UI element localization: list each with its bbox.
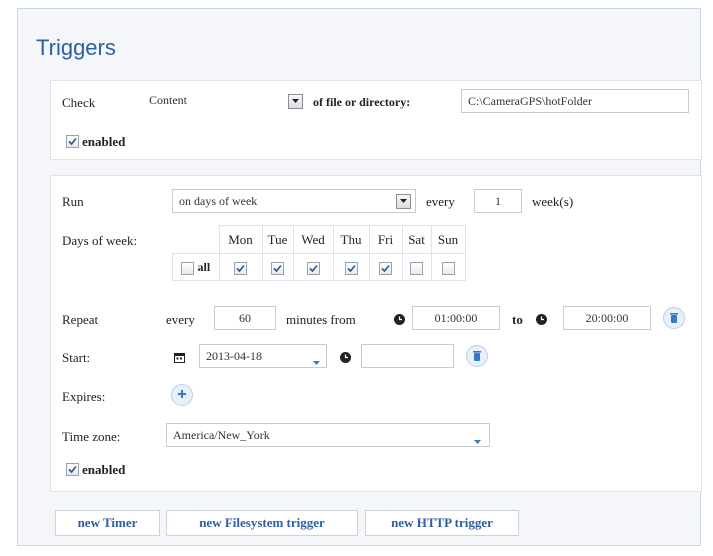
day-checkbox-tue[interactable]	[271, 261, 284, 275]
run-dropdown-button[interactable]	[396, 194, 411, 209]
day-checkbox-wed[interactable]	[306, 261, 320, 275]
day-header-wed: Wed	[292, 225, 334, 254]
day-checkbox-mon[interactable]	[234, 261, 247, 275]
start-date-select[interactable]: 2013-04-18	[199, 344, 327, 368]
repeat-minutes-input[interactable]: 60	[214, 306, 276, 330]
day-checkbox-sun[interactable]	[441, 261, 455, 275]
start-time-input[interactable]	[361, 344, 454, 368]
all-days-cell: all	[172, 253, 220, 281]
day-checkbox-thu[interactable]	[344, 261, 358, 275]
timezone-label: Time zone:	[62, 429, 121, 444]
path-input[interactable]: C:\CameraGPS\hotFolder	[461, 89, 689, 113]
day-header-sat: Sat	[401, 225, 432, 254]
days-of-week-label: Days of week:	[62, 233, 138, 248]
repeat-every-label: every	[166, 312, 195, 327]
weeks-label: week(s)	[532, 194, 574, 209]
check-type-dropdown-button[interactable]	[288, 94, 303, 109]
caret-down-icon	[474, 433, 481, 448]
from-time-input[interactable]: 01:00:00	[412, 306, 500, 330]
timer-enabled-label: enabled	[82, 462, 126, 477]
timezone-value: America/New_York	[173, 428, 270, 442]
run-label: Run	[62, 194, 84, 209]
new-timer-button[interactable]: new Timer	[55, 510, 160, 536]
expires-label: Expires:	[62, 389, 106, 404]
to-time-input[interactable]: 20:00:00	[563, 306, 651, 330]
day-header-sun: Sun	[430, 225, 466, 254]
plus-icon	[172, 389, 192, 399]
run-select[interactable]: on days of week	[172, 189, 416, 213]
remove-start-button[interactable]	[466, 345, 488, 367]
check-enabled-label: enabled	[82, 134, 126, 149]
every-weeks-input[interactable]: 1	[474, 189, 522, 213]
day-header-mon: Mon	[218, 225, 263, 254]
chevron-down-icon	[397, 199, 410, 203]
check-type-value: Content	[149, 93, 187, 107]
trash-icon	[664, 312, 684, 324]
clock-icon	[394, 313, 405, 329]
clock-icon	[536, 313, 547, 329]
day-header-tue: Tue	[261, 225, 294, 254]
start-date-value: 2013-04-18	[206, 349, 262, 363]
run-value: on days of week	[179, 194, 258, 208]
day-checkbox-sat[interactable]	[410, 261, 423, 275]
timezone-select[interactable]: America/New_York	[166, 423, 490, 447]
remove-repeat-button[interactable]	[663, 307, 685, 329]
new-http-trigger-button[interactable]: new HTTP trigger	[365, 510, 519, 536]
of-file-label: of file or directory:	[313, 95, 411, 109]
timer-enabled-checkbox[interactable]	[66, 463, 79, 476]
caret-down-icon	[313, 354, 320, 369]
all-days-checkbox[interactable]	[181, 261, 195, 275]
day-checkbox-fri[interactable]	[379, 261, 392, 275]
repeat-label: Repeat	[62, 312, 99, 327]
new-filesystem-trigger-button[interactable]: new Filesystem trigger	[166, 510, 358, 536]
page-title: Triggers	[36, 35, 116, 60]
days-of-week-grid: Mon Tue Wed Thu Fri Sat Sun all	[172, 225, 466, 281]
check-label: Check	[62, 95, 96, 110]
trash-icon	[467, 350, 487, 362]
every-label: every	[426, 194, 455, 209]
all-days-label: all	[197, 260, 211, 274]
check-enabled-checkbox[interactable]	[66, 135, 79, 148]
chevron-down-icon	[289, 99, 302, 103]
add-expires-button[interactable]	[171, 384, 193, 406]
check-type-select[interactable]: Content	[143, 89, 308, 113]
calendar-icon	[174, 351, 185, 367]
minutes-from-label: minutes from	[286, 312, 356, 327]
to-label: to	[512, 312, 523, 327]
day-header-thu: Thu	[332, 225, 370, 254]
start-label: Start:	[62, 350, 91, 365]
clock-icon	[340, 351, 351, 367]
day-header-fri: Fri	[368, 225, 403, 254]
